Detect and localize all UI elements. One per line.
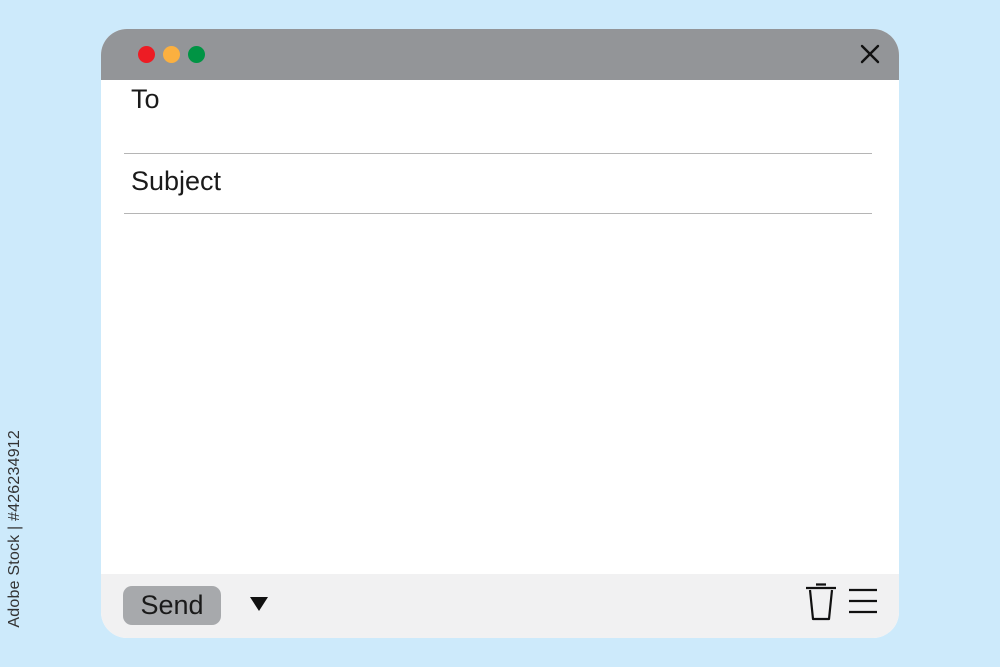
maximize-window-dot[interactable] <box>188 46 205 63</box>
subject-input[interactable] <box>244 159 868 201</box>
triangle-down-icon[interactable] <box>249 596 269 617</box>
subject-field[interactable]: Subject <box>124 153 872 214</box>
hamburger-menu-icon[interactable] <box>848 588 878 621</box>
to-label: To <box>131 84 160 114</box>
send-button[interactable]: Send <box>123 586 221 625</box>
compose-toolbar: Send <box>101 574 899 638</box>
title-bar <box>101 29 899 80</box>
to-input[interactable] <box>244 86 868 128</box>
trash-icon[interactable] <box>805 583 837 626</box>
close-window-dot[interactable] <box>138 46 155 63</box>
email-compose-window: To Subject Send <box>101 29 899 638</box>
subject-label: Subject <box>131 166 222 196</box>
to-field[interactable]: To <box>124 80 872 154</box>
stock-watermark: Adobe Stock | #426234912 <box>6 430 23 628</box>
close-icon[interactable] <box>859 43 881 65</box>
minimize-window-dot[interactable] <box>163 46 180 63</box>
message-body-input[interactable] <box>124 225 876 574</box>
